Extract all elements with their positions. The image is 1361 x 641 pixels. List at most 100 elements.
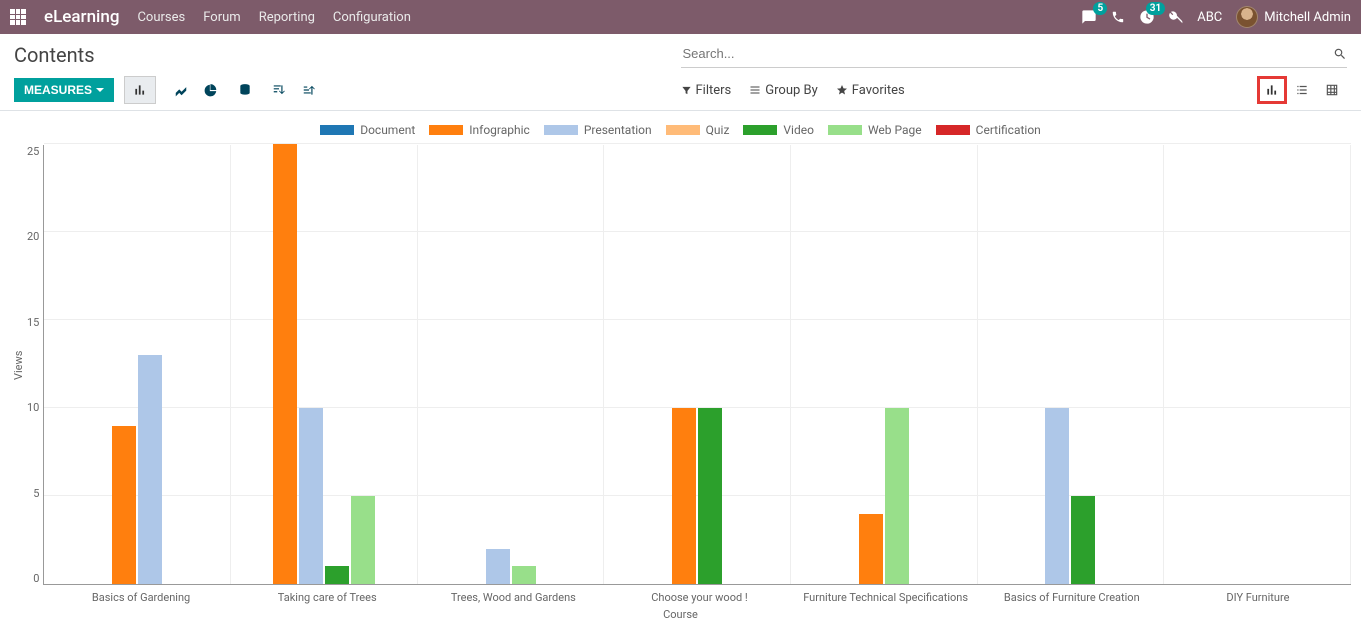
y-tick: 15: [27, 316, 39, 329]
legend: Document Infographic Presentation Quiz Video…: [10, 123, 1351, 137]
user-name: Mitchell Admin: [1264, 10, 1351, 25]
control-panel: Contents MEASURES: [0, 34, 1361, 111]
list-view-button[interactable]: [1287, 76, 1317, 104]
bar[interactable]: [486, 549, 510, 584]
plot-area: [43, 145, 1351, 585]
pie-chart-button[interactable]: [196, 77, 226, 103]
legend-item[interactable]: Quiz: [666, 123, 730, 137]
apps-menu-icon[interactable]: [10, 9, 26, 25]
legend-label: Video: [783, 123, 814, 137]
bar[interactable]: [512, 566, 536, 584]
category-column: [791, 145, 978, 584]
legend-label: Document: [360, 123, 415, 137]
category-column: [604, 145, 791, 584]
legend-swatch: [828, 125, 862, 135]
category-column: [978, 145, 1165, 584]
bar[interactable]: [698, 408, 722, 584]
star-icon: [836, 84, 848, 96]
x-tick-label: DIY Furniture: [1165, 585, 1351, 604]
legend-swatch: [429, 125, 463, 135]
y-axis-label: Views: [10, 145, 27, 585]
page-title: Contents: [14, 43, 681, 67]
search-icon[interactable]: [1333, 47, 1347, 61]
avatar: [1236, 6, 1258, 28]
pivot-view-button[interactable]: [1317, 76, 1347, 104]
bar[interactable]: [859, 514, 883, 584]
x-tick-label: Basics of Gardening: [48, 585, 234, 604]
nav-forum[interactable]: Forum: [203, 10, 240, 25]
legend-label: Web Page: [868, 123, 922, 137]
legend-label: Quiz: [706, 123, 730, 137]
nav-left: eLearning Courses Forum Reporting Config…: [10, 7, 411, 27]
groupby-icon: [749, 84, 761, 96]
filters-button[interactable]: Filters: [681, 83, 732, 98]
legend-swatch: [666, 125, 700, 135]
legend-item[interactable]: Video: [743, 123, 814, 137]
bar[interactable]: [325, 566, 349, 584]
nav-courses[interactable]: Courses: [137, 10, 185, 25]
nav-configuration[interactable]: Configuration: [333, 10, 411, 25]
bar[interactable]: [112, 426, 136, 584]
legend-swatch: [544, 125, 578, 135]
bar[interactable]: [273, 144, 297, 584]
chart: Document Infographic Presentation Quiz Video…: [0, 111, 1361, 621]
bar[interactable]: [299, 408, 323, 584]
legend-item[interactable]: Presentation: [544, 123, 652, 137]
category-column: [418, 145, 605, 584]
bar[interactable]: [1045, 408, 1069, 584]
app-brand[interactable]: eLearning: [44, 7, 119, 27]
category-column: [44, 145, 231, 584]
company-switch[interactable]: ABC: [1197, 10, 1222, 25]
x-tick-label: Furniture Technical Specifications: [793, 585, 979, 604]
legend-label: Infographic: [469, 123, 530, 137]
favorites-label: Favorites: [852, 83, 905, 98]
favorites-button[interactable]: Favorites: [836, 83, 905, 98]
graph-view-button[interactable]: [1257, 76, 1287, 104]
debug-icon[interactable]: [1169, 10, 1183, 24]
legend-label: Presentation: [584, 123, 652, 137]
search-input[interactable]: [681, 42, 1334, 65]
legend-label: Certification: [976, 123, 1041, 137]
bar[interactable]: [672, 408, 696, 584]
x-axis-labels: Basics of GardeningTaking care of TreesT…: [48, 585, 1351, 604]
legend-item[interactable]: Infographic: [429, 123, 530, 137]
legend-swatch: [743, 125, 777, 135]
bar[interactable]: [351, 496, 375, 584]
legend-swatch: [320, 125, 354, 135]
line-chart-button[interactable]: [166, 77, 196, 103]
y-tick: 10: [27, 401, 39, 414]
y-tick: 20: [27, 230, 39, 243]
sort-desc-button[interactable]: [264, 77, 294, 103]
user-menu[interactable]: Mitchell Admin: [1236, 6, 1351, 28]
bar[interactable]: [1071, 496, 1095, 584]
messages-icon[interactable]: 5: [1081, 9, 1097, 25]
x-tick-label: Trees, Wood and Gardens: [420, 585, 606, 604]
y-tick: 0: [33, 572, 39, 585]
y-axis: 2520151050: [27, 145, 43, 585]
groupby-label: Group By: [765, 83, 818, 98]
filter-icon: [681, 85, 692, 96]
filters-label: Filters: [696, 83, 732, 98]
activities-icon[interactable]: 31: [1139, 9, 1155, 25]
sort-asc-button[interactable]: [294, 77, 324, 103]
legend-item[interactable]: Web Page: [828, 123, 922, 137]
search-wrap: [681, 42, 1348, 68]
legend-swatch: [936, 125, 970, 135]
legend-item[interactable]: Document: [320, 123, 415, 137]
measures-button[interactable]: MEASURES: [14, 78, 114, 102]
y-tick: 25: [27, 145, 39, 158]
legend-item[interactable]: Certification: [936, 123, 1041, 137]
category-column: [1164, 145, 1351, 584]
phone-icon[interactable]: [1111, 10, 1125, 24]
x-tick-label: Choose your wood !: [606, 585, 792, 604]
measures-label: MEASURES: [24, 83, 92, 97]
nav-right: 5 31 ABC Mitchell Admin: [1081, 6, 1351, 28]
stacked-button[interactable]: [230, 77, 260, 103]
groupby-button[interactable]: Group By: [749, 83, 818, 98]
bar[interactable]: [138, 355, 162, 584]
chevron-down-icon: [96, 88, 104, 92]
nav-reporting[interactable]: Reporting: [259, 10, 315, 25]
bar-chart-button[interactable]: [125, 77, 155, 103]
messages-badge: 5: [1093, 2, 1107, 15]
bar[interactable]: [885, 408, 909, 584]
